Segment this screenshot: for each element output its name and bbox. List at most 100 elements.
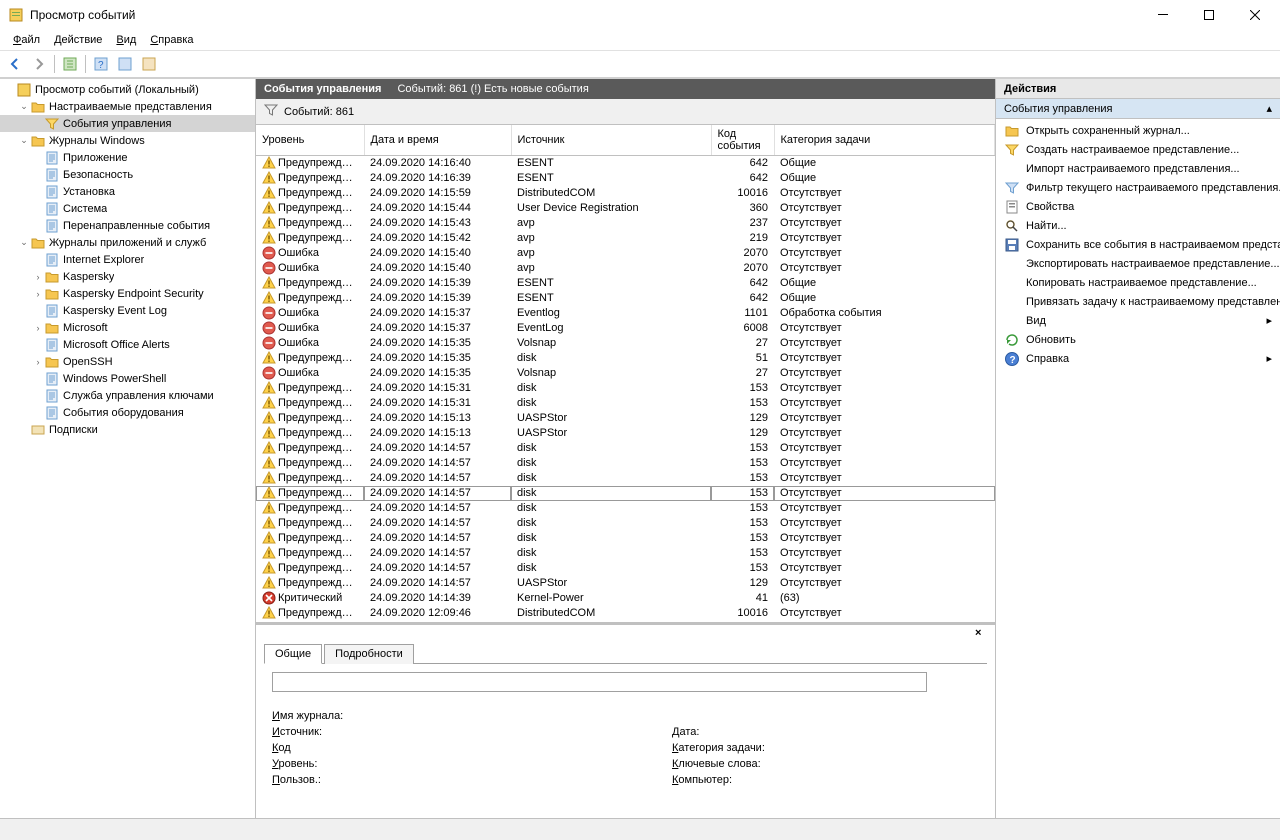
event-row[interactable]: Предупреждение 24.09.2020 14:14:57 disk … — [256, 501, 995, 516]
event-row[interactable]: Предупреждение 24.09.2020 14:14:57 disk … — [256, 516, 995, 531]
event-row[interactable]: Критический 24.09.2020 14:14:39 Kernel-P… — [256, 591, 995, 606]
menu-file[interactable]: Файл — [6, 32, 47, 48]
tree-item[interactable]: Microsoft Office Alerts — [0, 336, 255, 353]
event-row[interactable]: Предупреждение 24.09.2020 14:15:44 User … — [256, 201, 995, 216]
action-item[interactable]: ? Справка ▸ — [996, 349, 1280, 368]
action-item[interactable]: Привязать задачу к настраиваемому предст… — [996, 292, 1280, 311]
menu-view[interactable]: Вид — [109, 32, 143, 48]
menu-help[interactable]: Справка — [143, 32, 200, 48]
minimize-button[interactable] — [1140, 0, 1186, 30]
help-button[interactable]: ? — [90, 53, 112, 75]
event-row[interactable]: Предупреждение 24.09.2020 14:15:35 disk … — [256, 351, 995, 366]
tree-item[interactable]: Kaspersky Event Log — [0, 302, 255, 319]
tree-toggle-icon[interactable]: › — [32, 289, 44, 299]
submenu-arrow-icon: ▸ — [1266, 352, 1272, 365]
tree-item[interactable]: › Kaspersky — [0, 268, 255, 285]
actions-subheader[interactable]: События управления ▴ — [996, 99, 1280, 119]
tree-subscriptions[interactable]: Подписки — [0, 421, 255, 438]
toolbar-icon[interactable] — [138, 53, 160, 75]
event-row[interactable]: Предупреждение 24.09.2020 14:14:57 disk … — [256, 456, 995, 471]
event-row[interactable]: Ошибка 24.09.2020 14:15:35 Volsnap 27 От… — [256, 366, 995, 381]
event-row[interactable]: Предупреждение 24.09.2020 14:15:39 ESENT… — [256, 276, 995, 291]
toolbar-icon[interactable] — [114, 53, 136, 75]
action-item[interactable]: Сохранить все события в настраиваемом пр… — [996, 235, 1280, 254]
event-row[interactable]: Предупреждение 24.09.2020 14:15:59 Distr… — [256, 186, 995, 201]
action-item[interactable]: Копировать настраиваемое представление..… — [996, 273, 1280, 292]
action-item[interactable]: Экспортировать настраиваемое представлен… — [996, 254, 1280, 273]
event-row[interactable]: Предупреждение 24.09.2020 14:14:57 UASPS… — [256, 576, 995, 591]
tree-toggle-icon[interactable]: ⌄ — [18, 237, 30, 248]
action-item[interactable]: Создать настраиваемое представление... — [996, 140, 1280, 159]
menu-action[interactable]: Действие — [47, 32, 109, 48]
tree-toggle-icon[interactable]: ⌄ — [18, 135, 30, 146]
tree-pane[interactable]: Просмотр событий (Локальный) ⌄ Настраива… — [0, 79, 256, 818]
col-header-datetime[interactable]: Дата и время — [364, 125, 511, 156]
tree-item[interactable]: Безопасность — [0, 166, 255, 183]
tree-toggle-icon[interactable]: › — [32, 272, 44, 282]
event-row[interactable]: Ошибка 24.09.2020 14:15:40 avp 2070 Отсу… — [256, 246, 995, 261]
col-header-category[interactable]: Категория задачи — [774, 125, 995, 156]
event-row[interactable]: Ошибка 24.09.2020 14:15:35 Volsnap 27 От… — [256, 336, 995, 351]
event-row[interactable]: Предупреждение 24.09.2020 14:14:57 disk … — [256, 486, 995, 501]
action-item[interactable]: Обновить — [996, 330, 1280, 349]
tree-custom-views[interactable]: ⌄ Настраиваемые представления — [0, 98, 255, 115]
action-item[interactable]: Фильтр текущего настраиваемого представл… — [996, 178, 1280, 197]
tree-item[interactable]: Установка — [0, 183, 255, 200]
event-row[interactable]: Предупреждение 24.09.2020 14:16:39 ESENT… — [256, 171, 995, 186]
action-item[interactable]: Вид ▸ — [996, 311, 1280, 330]
tree-item[interactable]: Internet Explorer — [0, 251, 255, 268]
tree-item[interactable]: Служба управления ключами — [0, 387, 255, 404]
tree-toggle-icon[interactable]: ⌄ — [18, 101, 30, 112]
tree-item[interactable]: Приложение — [0, 149, 255, 166]
event-row[interactable]: Предупреждение 24.09.2020 14:14:57 disk … — [256, 471, 995, 486]
back-button[interactable] — [4, 53, 26, 75]
collapse-icon[interactable]: ▴ — [1266, 102, 1272, 115]
tree-root[interactable]: Просмотр событий (Локальный) — [0, 81, 255, 98]
event-row[interactable]: Предупреждение 24.09.2020 14:14:57 disk … — [256, 441, 995, 456]
tree-toggle-icon[interactable]: › — [32, 323, 44, 333]
events-scroll[interactable]: Уровень Дата и время Источник Код событи… — [256, 125, 995, 622]
event-row[interactable]: Предупреждение 24.09.2020 14:15:13 UASPS… — [256, 411, 995, 426]
tab-general[interactable]: Общие — [264, 644, 322, 664]
tree-item[interactable]: Система — [0, 200, 255, 217]
tree-item[interactable]: Перенаправленные события — [0, 217, 255, 234]
event-row[interactable]: Предупреждение 24.09.2020 14:15:42 avp 2… — [256, 231, 995, 246]
event-row[interactable]: Ошибка 24.09.2020 14:15:37 EventLog 6008… — [256, 321, 995, 336]
event-row[interactable]: Ошибка 24.09.2020 14:15:37 Eventlog 1101… — [256, 306, 995, 321]
tree-item[interactable]: Windows PowerShell — [0, 370, 255, 387]
tree-windows-logs[interactable]: ⌄ Журналы Windows — [0, 132, 255, 149]
event-row[interactable]: Предупреждение 24.09.2020 14:15:31 disk … — [256, 396, 995, 411]
maximize-button[interactable] — [1186, 0, 1232, 30]
event-row[interactable]: Предупреждение 24.09.2020 14:15:13 UASPS… — [256, 426, 995, 441]
event-row[interactable]: Предупреждение 24.09.2020 14:14:57 disk … — [256, 546, 995, 561]
show-tree-button[interactable] — [59, 53, 81, 75]
col-header-source[interactable]: Источник — [511, 125, 711, 156]
details-body[interactable]: Имя журнала: Источник: Дата: Код Категор… — [256, 664, 995, 818]
details-close-button[interactable]: × — [975, 627, 991, 643]
event-row[interactable]: Предупреждение 24.09.2020 14:14:57 disk … — [256, 531, 995, 546]
action-item[interactable]: Найти... — [996, 216, 1280, 235]
event-row[interactable]: Предупреждение 24.09.2020 14:15:39 ESENT… — [256, 291, 995, 306]
tree-item[interactable]: › Kaspersky Endpoint Security — [0, 285, 255, 302]
col-header-code[interactable]: Код события — [711, 125, 774, 156]
tree-admin-events[interactable]: События управления — [0, 115, 255, 132]
action-item[interactable]: Открыть сохраненный журнал... — [996, 121, 1280, 140]
event-row[interactable]: Предупреждение 24.09.2020 14:15:31 disk … — [256, 381, 995, 396]
action-item[interactable]: Импорт настраиваемого представления... — [996, 159, 1280, 178]
tree-label: Журналы приложений и служб — [49, 237, 206, 249]
forward-button[interactable] — [28, 53, 50, 75]
event-row[interactable]: Предупреждение 24.09.2020 14:15:43 avp 2… — [256, 216, 995, 231]
tree-app-logs[interactable]: ⌄ Журналы приложений и служб — [0, 234, 255, 251]
col-header-level[interactable]: Уровень — [256, 125, 364, 156]
tab-details[interactable]: Подробности — [324, 644, 414, 664]
tree-toggle-icon[interactable]: › — [32, 357, 44, 367]
action-item[interactable]: Свойства — [996, 197, 1280, 216]
event-row[interactable]: Ошибка 24.09.2020 14:15:40 avp 2070 Отсу… — [256, 261, 995, 276]
event-row[interactable]: Предупреждение 24.09.2020 12:09:46 Distr… — [256, 606, 995, 621]
tree-item[interactable]: › Microsoft — [0, 319, 255, 336]
event-row[interactable]: Предупреждение 24.09.2020 14:16:40 ESENT… — [256, 156, 995, 172]
close-button[interactable] — [1232, 0, 1278, 30]
tree-item[interactable]: › OpenSSH — [0, 353, 255, 370]
tree-item[interactable]: События оборудования — [0, 404, 255, 421]
event-row[interactable]: Предупреждение 24.09.2020 14:14:57 disk … — [256, 561, 995, 576]
